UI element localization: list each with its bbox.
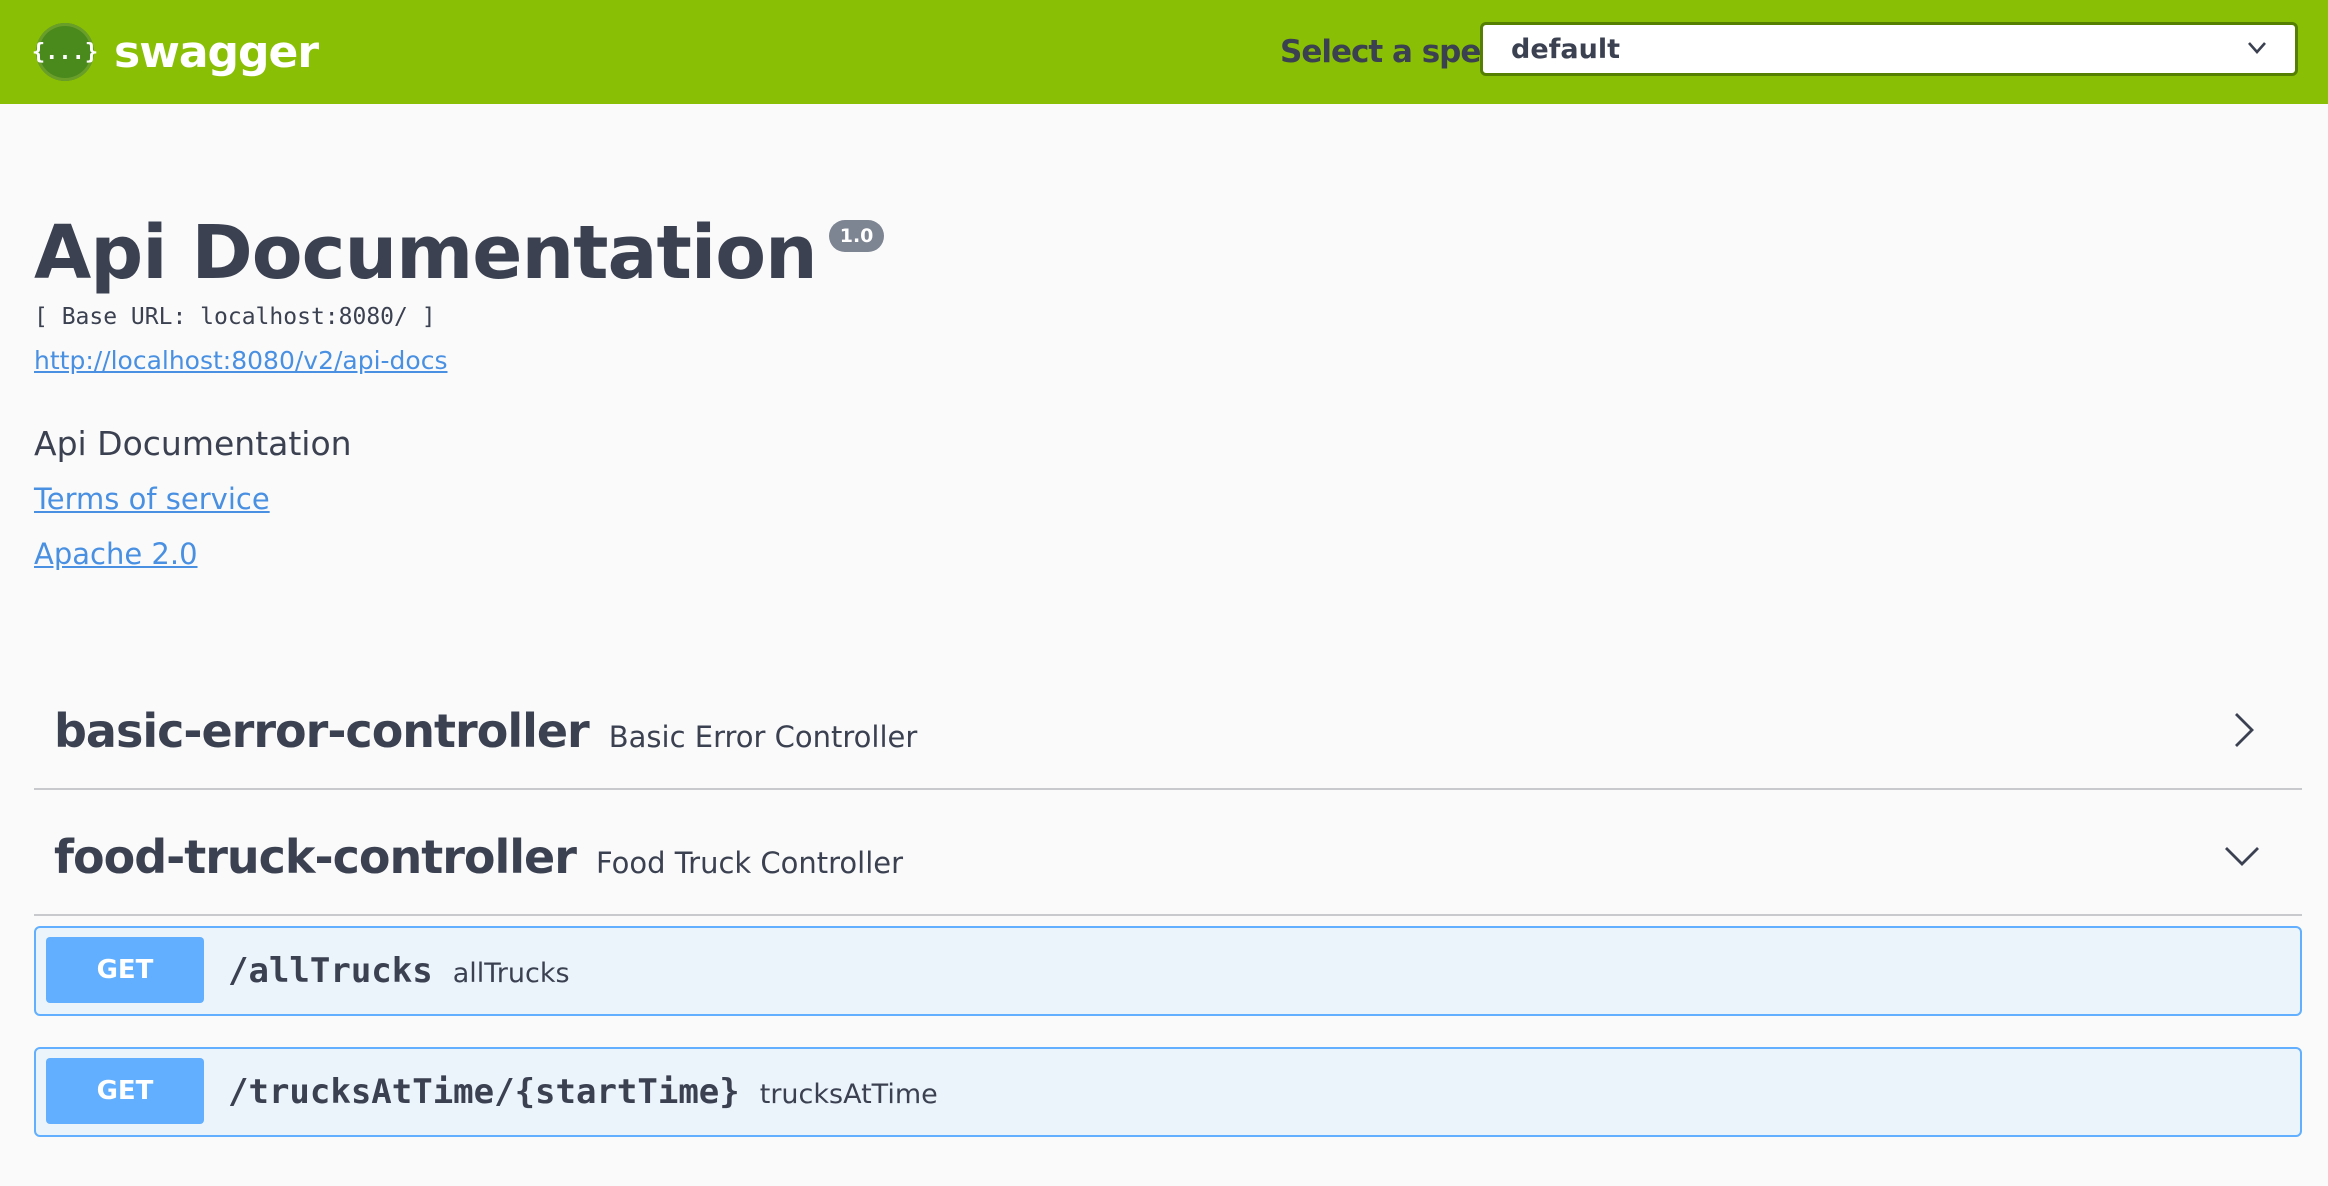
tag-basic-error-controller[interactable]: basic-error-controller Basic Error Contr… <box>34 668 2302 790</box>
tag-name: basic-error-controller <box>54 704 590 758</box>
version-badge: 1.0 <box>828 220 885 252</box>
swagger-logo[interactable]: {...} swagger <box>32 22 319 82</box>
swagger-logo-icon: {...} <box>32 23 98 81</box>
brand-name: swagger <box>114 26 319 78</box>
license-link[interactable]: Apache 2.0 <box>34 537 198 571</box>
operation-get-trucksattime[interactable]: GET /trucksAtTime/{startTime} trucksAtTim… <box>34 1047 2302 1137</box>
page-title: Api Documentation <box>34 210 818 296</box>
base-url: [ Base URL: localhost:8080/ ] <box>34 304 436 330</box>
chevron-down-icon <box>2248 42 2266 54</box>
api-title-row: Api Documentation 1.0 <box>34 208 885 298</box>
tag-description: Food Truck Controller <box>595 846 904 880</box>
spec-select-value: default <box>1511 34 1620 65</box>
operation-summary: trucksAtTime <box>759 1079 938 1110</box>
tag-food-truck-controller[interactable]: food-truck-controller Food Truck Control… <box>34 794 2302 916</box>
api-description: Api Documentation <box>34 424 352 463</box>
operation-summary: allTrucks <box>452 958 570 989</box>
tag-name: food-truck-controller <box>54 830 577 884</box>
operation-get-alltrucks[interactable]: GET /allTrucks allTrucks <box>34 926 2302 1016</box>
api-docs-link[interactable]: http://localhost:8080/v2/api-docs <box>34 346 448 375</box>
terms-of-service-link[interactable]: Terms of service <box>34 482 270 516</box>
http-method-badge: GET <box>46 937 204 1003</box>
operation-path: /allTrucks <box>228 951 433 991</box>
chevron-down-icon[interactable] <box>2222 836 2262 876</box>
http-method-badge: GET <box>46 1058 204 1124</box>
spec-select-label: Select a spec <box>1280 34 1499 70</box>
operation-path: /trucksAtTime/{startTime} <box>228 1072 740 1112</box>
chevron-right-icon[interactable] <box>2222 710 2262 750</box>
tag-description: Basic Error Controller <box>608 720 918 754</box>
spec-select-dropdown[interactable]: default <box>1480 22 2298 76</box>
topbar: {...} swagger Select a spec default <box>0 0 2328 104</box>
